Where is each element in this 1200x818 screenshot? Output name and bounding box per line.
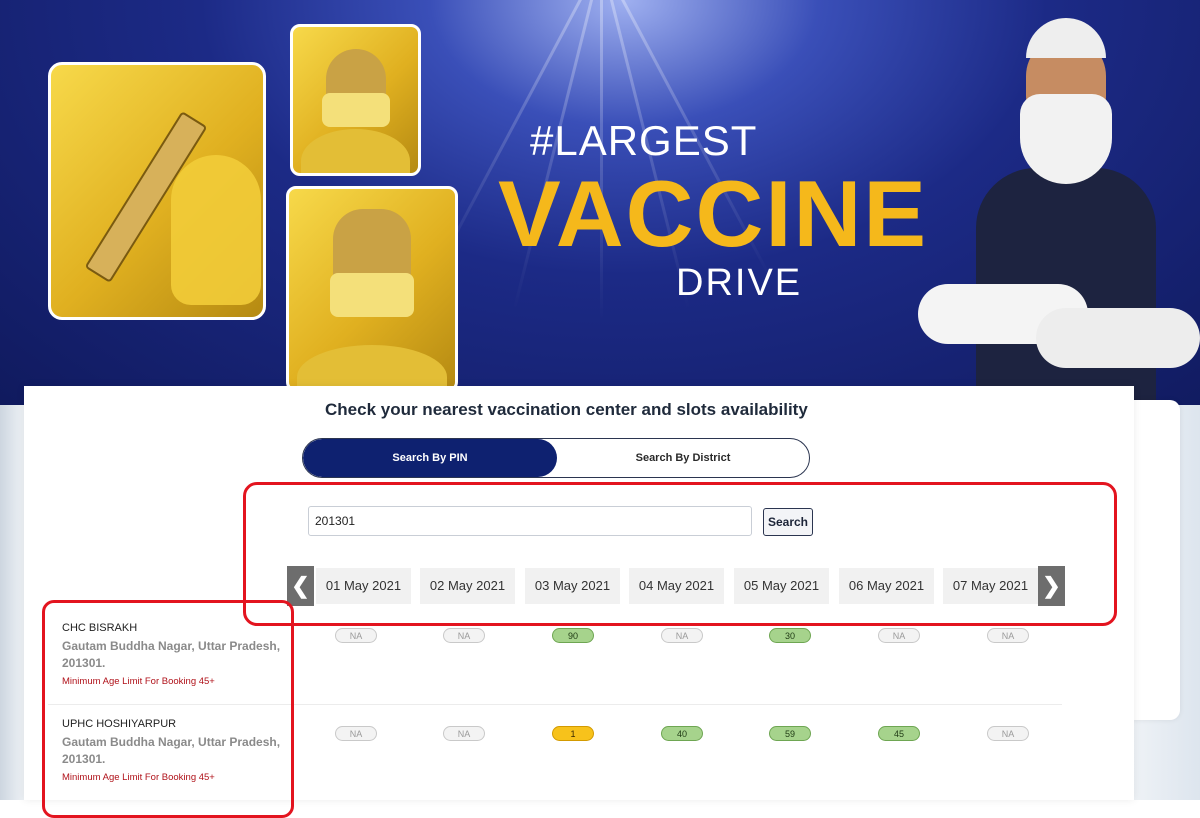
slot-pill[interactable]: NA: [335, 726, 377, 741]
date-tab[interactable]: 07 May 2021: [943, 568, 1038, 604]
banner-hashtag: #LARGEST: [530, 117, 758, 164]
hero-banner: #LARGEST VACCINE DRIVE: [0, 0, 1200, 405]
slot-pill[interactable]: NA: [335, 628, 377, 643]
prime-minister-portrait: [918, 18, 1200, 405]
page-edge: [0, 405, 24, 800]
tab-search-by-pin[interactable]: Search By PIN: [303, 439, 557, 477]
date-tab[interactable]: 06 May 2021: [839, 568, 934, 604]
chevron-right-icon[interactable]: ❯: [1038, 566, 1065, 606]
slot-pill[interactable]: 40: [661, 726, 703, 741]
chevron-left-icon[interactable]: ❮: [287, 566, 314, 606]
slot-pill[interactable]: 30: [769, 628, 811, 643]
slot-pill[interactable]: NA: [443, 726, 485, 741]
date-tab[interactable]: 02 May 2021: [420, 568, 515, 604]
banner-subheadline: DRIVE: [676, 262, 803, 304]
center-info: UPHC HOSHIYARPUR Gautam Buddha Nagar, Ut…: [62, 718, 292, 783]
search-button[interactable]: Search: [763, 508, 813, 536]
date-tab[interactable]: 01 May 2021: [316, 568, 411, 604]
slot-pill[interactable]: NA: [661, 628, 703, 643]
slot-pill[interactable]: NA: [987, 628, 1029, 643]
center-address: Gautam Buddha Nagar, Uttar Pradesh, 2013…: [62, 639, 281, 670]
slot-pill[interactable]: NA: [987, 726, 1029, 741]
slot-pill[interactable]: 59: [769, 726, 811, 741]
date-carousel: ❮ 01 May 2021 02 May 2021 03 May 2021 04…: [287, 566, 1067, 606]
center-info: CHC BISRAKH Gautam Buddha Nagar, Uttar P…: [62, 622, 292, 687]
masked-woman-image: [286, 186, 458, 392]
banner-headline: VACCINE: [498, 161, 929, 266]
slot-pill[interactable]: 45: [878, 726, 920, 741]
slot-pill[interactable]: 90: [552, 628, 594, 643]
tab-search-by-district[interactable]: Search By District: [557, 439, 809, 477]
date-tab[interactable]: 05 May 2021: [734, 568, 829, 604]
age-limit-note: Minimum Age Limit For Booking 45+: [62, 676, 215, 687]
pin-code-input[interactable]: [308, 506, 752, 536]
date-tab[interactable]: 04 May 2021: [629, 568, 724, 604]
search-mode-toggle: Search By PIN Search By District: [302, 438, 810, 478]
age-limit-note: Minimum Age Limit For Booking 45+: [62, 772, 215, 783]
health-worker-image: [290, 24, 421, 176]
center-name: CHC BISRAKH: [62, 622, 138, 634]
slot-pill[interactable]: 1: [552, 726, 594, 741]
vaccine-syringe-image: [48, 62, 266, 320]
center-name: UPHC HOSHIYARPUR: [62, 718, 177, 730]
center-address: Gautam Buddha Nagar, Uttar Pradesh, 2013…: [62, 735, 281, 766]
row-divider: [48, 704, 1062, 705]
slot-pill[interactable]: NA: [878, 628, 920, 643]
search-card-title: Check your nearest vaccination center an…: [325, 400, 808, 419]
slot-pill[interactable]: NA: [443, 628, 485, 643]
date-tab[interactable]: 03 May 2021: [525, 568, 620, 604]
